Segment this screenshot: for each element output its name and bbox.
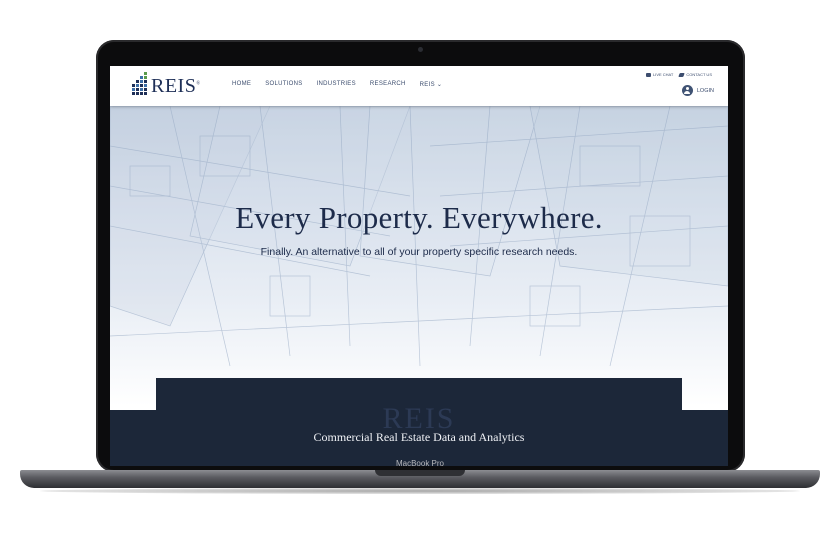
hero-section: Every Property. Everywhere. Finally. An … — [110, 106, 728, 406]
reis-logo[interactable]: REIS® — [132, 70, 201, 102]
nav-item-home[interactable]: HOME — [232, 81, 251, 88]
user-icon — [681, 85, 693, 96]
contact-us-label: CONTACT US — [686, 72, 712, 77]
main-menu: HOME SOLUTIONS INDUSTRIES RESEARCH REIS … — [232, 81, 456, 88]
live-chat-link[interactable]: LIVE CHAT — [645, 72, 674, 77]
hero-title: Every Property. Everywhere. — [235, 200, 603, 235]
camera-icon — [418, 47, 423, 52]
utility-links: LIVE CHAT CONTACT US — [645, 72, 712, 77]
login-button[interactable]: LOGIN — [681, 85, 714, 96]
logo-word: REIS — [151, 74, 197, 97]
screen: REIS® HOME SOLUTIONS INDUSTRIES RESEARCH… — [110, 66, 728, 466]
nav-item-industries[interactable]: INDUSTRIES — [317, 81, 356, 88]
contact-us-link[interactable]: CONTACT US — [678, 72, 712, 77]
top-navigation: REIS® HOME SOLUTIONS INDUSTRIES RESEARCH… — [110, 66, 728, 106]
device-label: MacBook Pro — [395, 459, 445, 468]
laptop-shadow — [40, 488, 800, 494]
logo-text: REIS® — [151, 75, 201, 98]
nav-item-research[interactable]: RESEARCH — [370, 81, 406, 88]
send-icon — [678, 72, 686, 77]
chat-icon — [645, 72, 651, 77]
trackpad-notch — [375, 470, 465, 476]
login-label: LOGIN — [696, 87, 714, 94]
hero-subtitle: Finally. An alternative to all of your p… — [260, 246, 578, 258]
laptop-lid: REIS® HOME SOLUTIONS INDUSTRIES RESEARCH… — [96, 40, 745, 472]
laptop-base — [20, 470, 820, 488]
live-chat-label: LIVE CHAT — [652, 72, 674, 77]
band-text: Commercial Real Estate Data and Analytic… — [313, 430, 525, 444]
nav-item-reis-dropdown[interactable]: REIS ⌄ — [420, 81, 443, 88]
nav-item-solutions[interactable]: SOLUTIONS — [265, 81, 302, 88]
trademark: ® — [196, 80, 201, 86]
logo-mark-icon — [132, 71, 148, 101]
